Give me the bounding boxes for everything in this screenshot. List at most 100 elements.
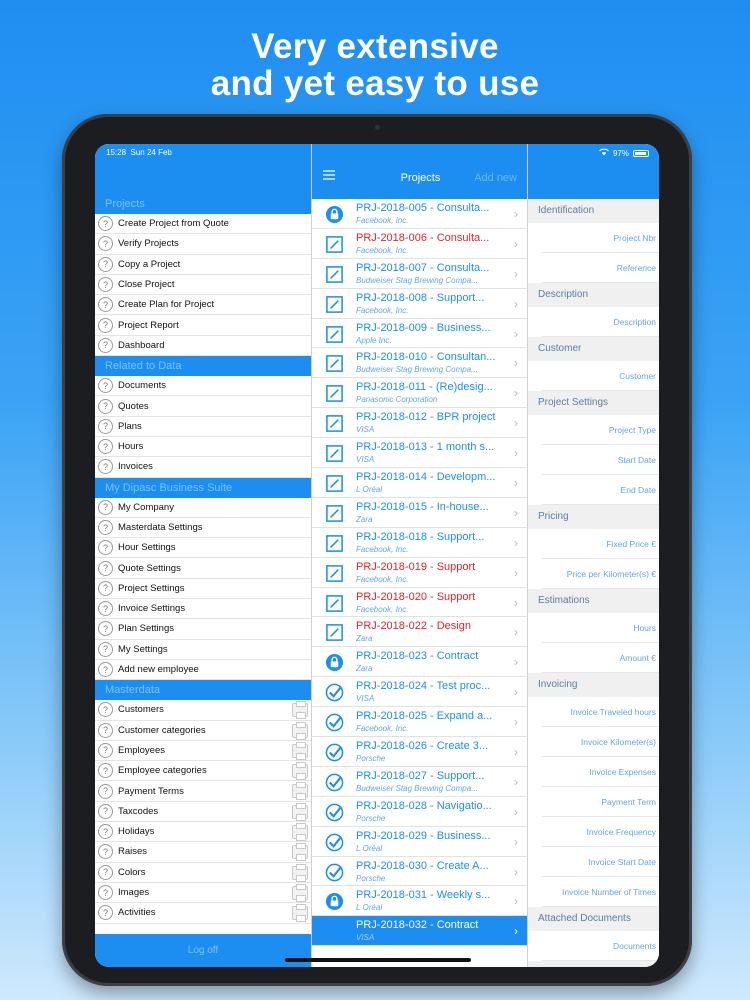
chevron-right-icon[interactable]: › [514, 327, 518, 341]
chevron-right-icon[interactable]: › [514, 297, 518, 311]
printer-icon[interactable] [292, 843, 308, 862]
sidebar-item-my-company[interactable]: ? My Company [95, 498, 311, 518]
project-row[interactable]: PRJ-2018-011 - (Re)desig... Panasonic Cor… [312, 378, 527, 409]
field-customer[interactable]: Customer [542, 361, 659, 391]
sidebar-item-quotes[interactable]: ? Quotes [95, 396, 311, 417]
help-icon[interactable]: ? [98, 803, 113, 819]
help-icon[interactable]: ? [98, 439, 113, 455]
chevron-right-icon[interactable]: › [514, 356, 518, 370]
field-amount[interactable]: Amount € [542, 643, 659, 673]
field-invoice-expenses[interactable]: Invoice Expenses [542, 757, 659, 787]
project-row[interactable]: PRJ-2018-019 - Support Facebook, Inc. › [312, 558, 527, 588]
help-icon[interactable]: ? [98, 844, 113, 860]
field-payment-term[interactable]: Payment Term [542, 787, 659, 817]
help-icon[interactable]: ? [98, 885, 113, 901]
help-icon[interactable]: ? [98, 540, 113, 556]
sidebar-item-hours[interactable]: ? Hours [95, 437, 311, 458]
chevron-right-icon[interactable]: › [514, 476, 518, 490]
field-fixed-price[interactable]: Fixed Price € [542, 529, 659, 559]
help-icon[interactable]: ? [98, 256, 113, 272]
field-invoice-kilometer-s[interactable]: Invoice Kilometer(s) [542, 727, 659, 757]
field-invoice-start-date[interactable]: Invoice Start Date [542, 847, 659, 877]
chevron-right-icon[interactable]: › [514, 536, 518, 550]
help-icon[interactable]: ? [98, 621, 113, 637]
printer-icon[interactable] [292, 701, 308, 720]
printer-icon[interactable] [292, 802, 308, 821]
project-row[interactable]: PRJ-2018-022 - Design Zara › [312, 617, 527, 648]
project-row[interactable]: PRJ-2018-006 - Consulta... Facebook, Inc.… [312, 229, 527, 259]
field-reference[interactable]: Reference [542, 253, 659, 283]
sidebar-item-customers[interactable]: ? Customers [95, 700, 311, 721]
help-icon[interactable]: ? [98, 580, 113, 596]
help-icon[interactable]: ? [98, 277, 113, 293]
project-row[interactable]: PRJ-2018-020 - Support Facebook, Inc. › [312, 588, 527, 618]
chevron-right-icon[interactable]: › [514, 775, 518, 789]
chevron-right-icon[interactable]: › [514, 446, 518, 460]
chevron-right-icon[interactable]: › [514, 805, 518, 819]
sidebar-item-plan-settings[interactable]: ? Plan Settings [95, 619, 311, 640]
help-icon[interactable]: ? [98, 742, 113, 758]
chevron-right-icon[interactable]: › [514, 894, 518, 908]
chevron-right-icon[interactable]: › [514, 207, 518, 221]
help-icon[interactable]: ? [98, 864, 113, 880]
chevron-right-icon[interactable]: › [514, 685, 518, 699]
help-icon[interactable]: ? [98, 337, 113, 353]
help-icon[interactable]: ? [98, 702, 113, 718]
logoff-button[interactable]: Log off [95, 934, 311, 967]
chevron-right-icon[interactable]: › [514, 267, 518, 281]
sidebar-item-invoice-settings[interactable]: ? Invoice Settings [95, 599, 311, 620]
chevron-right-icon[interactable]: › [514, 865, 518, 879]
help-icon[interactable]: ? [98, 236, 113, 252]
printer-icon[interactable] [292, 863, 308, 882]
project-row[interactable]: PRJ-2018-009 - Business... Apple Inc. › [312, 319, 527, 349]
chevron-right-icon[interactable]: › [514, 655, 518, 669]
project-row[interactable]: PRJ-2018-031 - Weekly s... L Oréal › [312, 886, 527, 917]
project-row[interactable]: PRJ-2018-028 - Navigatio... Porsche › [312, 797, 527, 827]
field-end-date[interactable]: End Date [542, 475, 659, 505]
sidebar-item-masterdata-settings[interactable]: ? Masterdata Settings [95, 518, 311, 539]
sidebar-item-holidays[interactable]: ? Holidays [95, 822, 311, 843]
chevron-right-icon[interactable]: › [514, 924, 518, 938]
field-hours[interactable]: Hours [542, 613, 659, 643]
project-row[interactable]: PRJ-2018-018 - Support... Facebook, Inc. › [312, 528, 527, 558]
sidebar-item-copy-a-project[interactable]: ? Copy a Project [95, 255, 311, 275]
sidebar-item-my-settings[interactable]: ? My Settings [95, 640, 311, 660]
help-icon[interactable]: ? [98, 560, 113, 576]
help-icon[interactable]: ? [98, 763, 113, 779]
sidebar-item-project-report[interactable]: ? Project Report [95, 315, 311, 336]
printer-icon[interactable] [292, 741, 308, 760]
sidebar-item-employees[interactable]: ? Employees [95, 741, 311, 762]
project-row[interactable]: PRJ-2018-007 - Consulta... Budweiser Stag… [312, 259, 527, 289]
field-start-date[interactable]: Start Date [542, 445, 659, 475]
help-icon[interactable]: ? [98, 297, 113, 313]
sidebar-item-taxcodes[interactable]: ? Taxcodes [95, 802, 311, 823]
sidebar-item-raises[interactable]: ? Raises [95, 842, 311, 863]
chevron-right-icon[interactable]: › [514, 506, 518, 520]
sidebar-item-verify-projects[interactable]: ? Verify Projects [95, 234, 311, 255]
project-row[interactable]: PRJ-2018-008 - Support... Facebook, Inc. › [312, 289, 527, 319]
project-row[interactable]: PRJ-2018-027 - Support... Budweiser Stag … [312, 767, 527, 797]
sidebar-item-invoices[interactable]: ? Invoices [95, 457, 311, 478]
project-row[interactable]: PRJ-2018-005 - Consulta... Facebook, Inc.… [312, 199, 527, 229]
help-icon[interactable]: ? [98, 459, 113, 475]
field-invoice-number-of-times[interactable]: Invoice Number of Times [542, 877, 659, 907]
help-icon[interactable]: ? [98, 398, 113, 414]
help-icon[interactable]: ? [98, 601, 113, 617]
sidebar-item-images[interactable]: ? Images [95, 883, 311, 904]
field-invoice-frequency[interactable]: Invoice Frequency [542, 817, 659, 847]
sidebar-item-employee-categories[interactable]: ? Employee categories [95, 761, 311, 782]
field-documents[interactable]: Documents [542, 931, 659, 961]
printer-icon[interactable] [292, 762, 308, 781]
project-row[interactable]: PRJ-2018-023 - Contract Zara › [312, 647, 527, 678]
help-icon[interactable]: ? [98, 520, 113, 535]
help-icon[interactable]: ? [98, 418, 113, 434]
project-row[interactable]: PRJ-2018-030 - Create A... Porsche › [312, 857, 527, 887]
help-icon[interactable]: ? [98, 662, 113, 678]
project-row[interactable]: PRJ-2018-029 - Business... L Oréal › [312, 827, 527, 857]
sidebar-item-documents[interactable]: ? Documents [95, 376, 311, 397]
sidebar-item-payment-terms[interactable]: ? Payment Terms [95, 781, 311, 802]
printer-icon[interactable] [292, 883, 308, 902]
add-new-button[interactable]: Add new [474, 172, 517, 184]
project-row[interactable]: PRJ-2018-013 - 1 month s... VISA › [312, 438, 527, 469]
field-description[interactable]: Description [542, 307, 659, 337]
